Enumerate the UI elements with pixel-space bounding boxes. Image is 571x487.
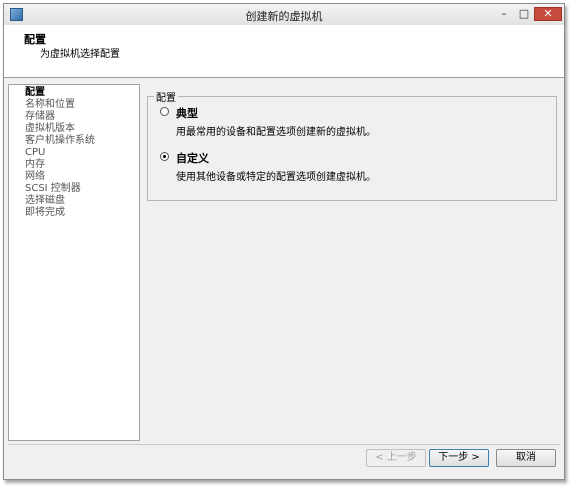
back-button[interactable]: < 上一步 (366, 449, 426, 467)
step-select-disk: 选择磁盘 (25, 195, 65, 206)
step-name-location: 名称和位置 (25, 99, 75, 110)
custom-label[interactable]: 自定义 (176, 150, 209, 166)
title-bar[interactable]: 创建新的虚拟机 – □ ✕ (4, 4, 564, 26)
page-subtitle: 为虚拟机选择配置 (40, 49, 120, 60)
cancel-button[interactable]: 取消 (496, 449, 556, 467)
footer-divider (8, 444, 560, 445)
step-ready-to-complete: 即将完成 (25, 207, 65, 218)
step-network: 网络 (25, 171, 45, 182)
step-memory: 内存 (25, 159, 45, 170)
config-groupbox: 配置 典型 用最常用的设备和配置选项创建新的虚拟机。 自定义 使用其他设备或特定… (147, 89, 557, 201)
custom-radio[interactable] (160, 152, 169, 161)
step-guest-os: 客户机操作系统 (25, 135, 95, 146)
close-icon[interactable]: ✕ (534, 7, 562, 21)
step-config: 配置 (25, 87, 45, 98)
minimize-icon[interactable]: – (495, 7, 513, 21)
typical-radio[interactable] (160, 107, 169, 116)
create-vm-dialog: 创建新的虚拟机 – □ ✕ 配置 为虚拟机选择配置 配置 名称和位置 存储器 虚… (3, 3, 565, 480)
typical-label[interactable]: 典型 (176, 105, 198, 121)
step-cpu: CPU (25, 147, 46, 158)
wizard-steps: 配置 名称和位置 存储器 虚拟机版本 客户机操作系统 CPU 内存 网络 SCS… (8, 84, 140, 441)
step-storage: 存储器 (25, 111, 55, 122)
step-scsi-controller: SCSI 控制器 (25, 183, 81, 194)
maximize-icon[interactable]: □ (515, 7, 533, 21)
typical-description: 用最常用的设备和配置选项创建新的虚拟机。 (176, 127, 376, 138)
wizard-header: 配置 为虚拟机选择配置 (4, 25, 564, 78)
custom-description: 使用其他设备或特定的配置选项创建虚拟机。 (176, 172, 376, 183)
window-title: 创建新的虚拟机 (245, 10, 323, 23)
config-legend: 配置 (154, 89, 178, 104)
next-button[interactable]: 下一步 > (429, 449, 489, 467)
step-vm-version: 虚拟机版本 (25, 123, 75, 134)
